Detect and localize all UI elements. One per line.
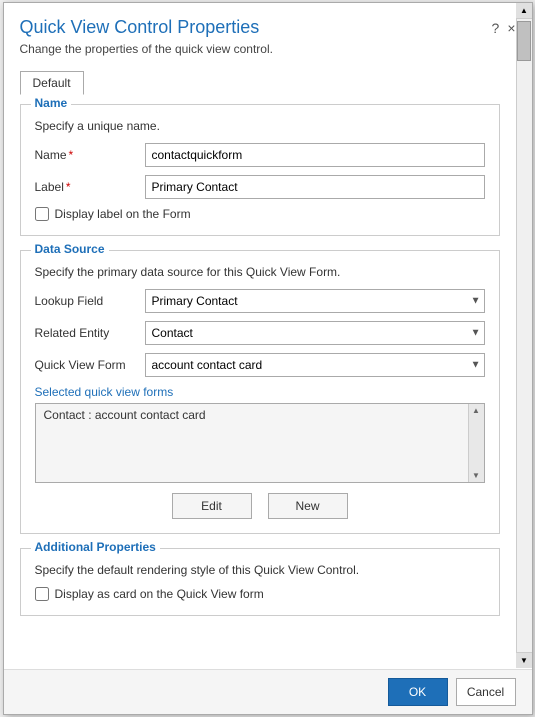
dialog-subtitle: Change the properties of the quick view … [20,42,516,56]
edit-button[interactable]: Edit [172,493,252,519]
help-icon[interactable]: ? [492,20,500,36]
display-card-checkbox[interactable] [35,587,49,601]
listbox: Contact : account contact card ▲ ▼ [35,403,485,483]
quick-view-form-label: Quick View Form [35,358,145,372]
dialog-title-icons: ? × [492,20,516,36]
datasource-btn-row: Edit New [35,493,485,519]
name-section-desc: Specify a unique name. [35,119,485,133]
scrollbar-up-icon[interactable]: ▲ [516,3,532,19]
label-input[interactable] [145,175,485,199]
related-entity-label: Related Entity [35,326,145,340]
ok-button[interactable]: OK [388,678,448,706]
lookup-field-label: Lookup Field [35,294,145,308]
lookup-field-select[interactable]: Primary Contact [145,289,485,313]
name-required: * [69,148,74,162]
lookup-field-row: Lookup Field Primary Contact ▼ [35,289,485,313]
dialog-title: Quick View Control Properties [20,17,260,38]
display-label-checkbox[interactable] [35,207,49,221]
dialog-footer: OK Cancel [4,669,532,714]
display-card-row: Display as card on the Quick View form [35,587,485,601]
tab-default[interactable]: Default [20,71,84,95]
label-label: Label* [35,180,145,194]
dialog: Quick View Control Properties ? × Change… [3,2,533,715]
dialog-scrollbar: ▲ ▼ [516,3,532,668]
quick-view-form-wrapper: account contact card ▼ [145,353,485,377]
listbox-scroll-up-icon[interactable]: ▲ [470,404,482,417]
name-section-legend: Name [31,96,72,110]
listbox-item: Contact : account contact card [36,404,484,426]
name-section: Name Specify a unique name. Name* Label*… [20,104,500,236]
scrollbar-thumb[interactable] [517,21,531,61]
additional-desc: Specify the default rendering style of t… [35,563,485,577]
listbox-scroll-down-icon[interactable]: ▼ [470,469,482,482]
name-row: Name* [35,143,485,167]
datasource-desc: Specify the primary data source for this… [35,265,485,279]
additional-legend: Additional Properties [31,540,160,554]
dialog-body: Default Name Specify a unique name. Name… [4,64,532,669]
display-label-text: Display label on the Form [55,207,191,221]
related-entity-row: Related Entity Contact ▼ [35,321,485,345]
related-entity-select[interactable]: Contact [145,321,485,345]
display-card-text: Display as card on the Quick View form [55,587,264,601]
datasource-legend: Data Source [31,242,109,256]
name-label: Name* [35,148,145,162]
additional-section: Additional Properties Specify the defaul… [20,548,500,616]
name-input[interactable] [145,143,485,167]
listbox-scrollbar: ▲ ▼ [468,404,484,482]
label-required: * [66,180,71,194]
quick-view-form-row: Quick View Form account contact card ▼ [35,353,485,377]
close-icon[interactable]: × [507,20,515,36]
selected-label: Selected quick view forms [35,385,485,399]
tab-bar: Default [20,70,500,94]
dialog-header: Quick View Control Properties ? × Change… [4,3,532,64]
scrollbar-down-icon[interactable]: ▼ [516,652,532,668]
new-button[interactable]: New [268,493,348,519]
related-entity-wrapper: Contact ▼ [145,321,485,345]
quick-view-form-select[interactable]: account contact card [145,353,485,377]
display-label-row: Display label on the Form [35,207,485,221]
lookup-field-wrapper: Primary Contact ▼ [145,289,485,313]
cancel-button[interactable]: Cancel [456,678,516,706]
datasource-section: Data Source Specify the primary data sou… [20,250,500,534]
label-row: Label* [35,175,485,199]
